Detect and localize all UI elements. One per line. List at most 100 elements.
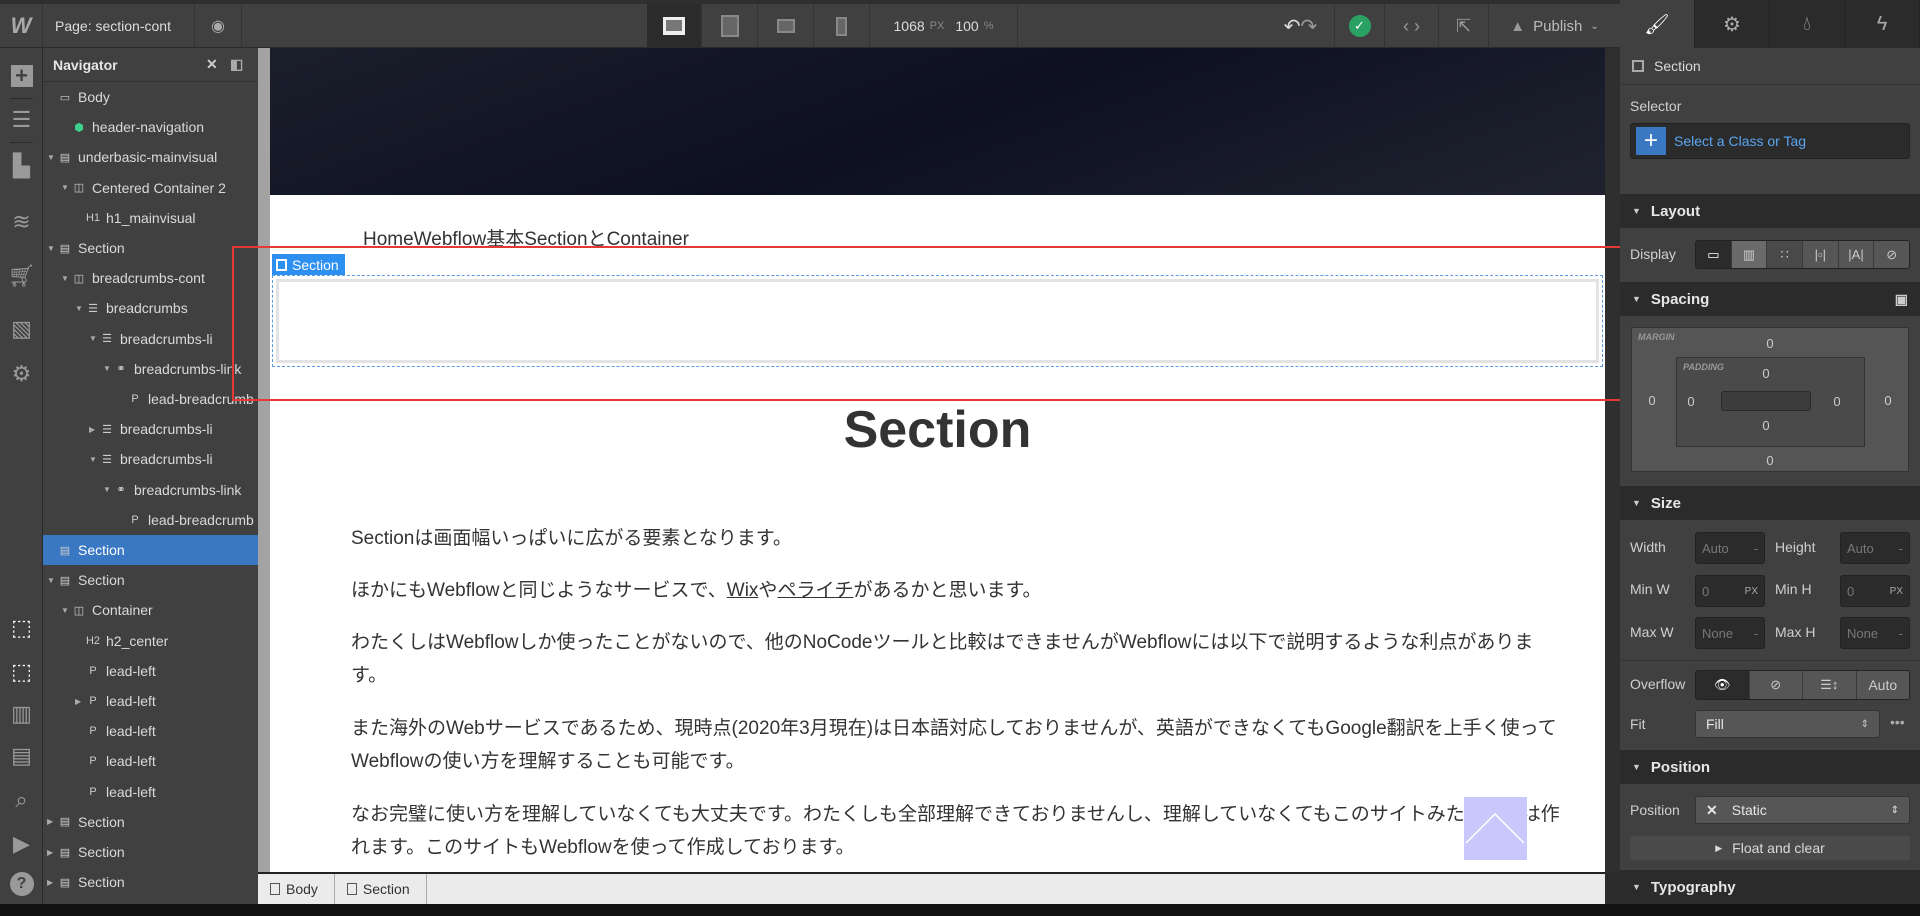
more-options-icon[interactable]: •••: [1890, 714, 1905, 730]
search-icon[interactable]: ⌕: [8, 786, 35, 813]
padding-left[interactable]: 0: [1681, 394, 1701, 409]
min-height-input[interactable]: 0 PX: [1840, 575, 1910, 607]
display-inline-block-icon[interactable]: |▫|: [1803, 241, 1839, 268]
position-select[interactable]: ✕ Static ⇕: [1695, 796, 1910, 824]
navigator-item[interactable]: ▶▤ Section: [43, 807, 258, 837]
size-section-header[interactable]: ▼ Size: [1620, 486, 1920, 520]
expand-caret-icon[interactable]: ▶: [89, 425, 99, 434]
position-section-header[interactable]: ▼ Position: [1620, 750, 1920, 784]
interactions-bolt-icon[interactable]: ϟ: [1845, 0, 1920, 48]
settings-gear-icon[interactable]: ⚙: [8, 360, 35, 387]
float-and-clear-toggle[interactable]: ▶ Float and clear: [1630, 836, 1910, 860]
lead-paragraph[interactable]: Sectionは画面幅いっぱいに広がる要素となります。: [351, 522, 1561, 555]
collapse-all-icon[interactable]: ✕: [206, 56, 218, 73]
expand-caret-icon[interactable]: ▼: [103, 364, 113, 373]
grid-overlay-icon[interactable]: ▥: [8, 700, 35, 727]
navigator-item[interactable]: ▼ ▤ underbasic-mainvisual: [43, 142, 258, 172]
navigator-item[interactable]: ▼ ◫ Centered Container 2: [43, 173, 258, 203]
navigator-icon[interactable]: ☰: [8, 106, 35, 133]
h2-center-heading[interactable]: Section: [270, 400, 1605, 460]
overflow-scroll-icon[interactable]: ☰↕: [1803, 671, 1857, 699]
video-tutorial-icon[interactable]: ▶: [8, 830, 35, 857]
navigator-item[interactable]: ⬢ header-navigation: [43, 112, 258, 142]
breadcrumb-body[interactable]: Body: [258, 874, 335, 904]
navigator-item[interactable]: ▼ ▤ Section: [43, 233, 258, 263]
navigator-item[interactable]: ▼ ▤ Section: [43, 565, 258, 595]
display-flex-icon[interactable]: ▥: [1731, 241, 1768, 268]
padding-bottom[interactable]: 0: [1756, 418, 1776, 433]
mobile-portrait-icon[interactable]: [814, 4, 870, 48]
min-width-input[interactable]: 0 PX: [1695, 575, 1765, 607]
settings-gear-icon[interactable]: ⚙: [1695, 0, 1770, 48]
expand-caret-icon[interactable]: ▼: [89, 334, 99, 343]
webflow-logo[interactable]: W: [0, 4, 43, 48]
peraichi-link[interactable]: ペライチ: [777, 580, 853, 601]
navigator-item[interactable]: Plead-left: [43, 777, 258, 807]
margin-right[interactable]: 0: [1878, 393, 1898, 408]
spacing-preset-icon[interactable]: ▣: [1895, 291, 1908, 308]
margin-top[interactable]: 0: [1760, 336, 1780, 351]
breadcrumb-section[interactable]: Section: [335, 874, 427, 904]
navigator-item[interactable]: ▤ Section: [43, 535, 258, 565]
status-check-icon[interactable]: ✓: [1335, 4, 1385, 48]
width-input[interactable]: Auto -: [1695, 532, 1765, 564]
display-block-icon[interactable]: ▭: [1696, 241, 1732, 268]
expand-caret-icon[interactable]: ▶: [47, 848, 57, 857]
spacing-section-header[interactable]: ▼ Spacing ▣: [1620, 282, 1920, 316]
expand-caret-icon[interactable]: ▶: [75, 697, 85, 706]
page-selector[interactable]: Page: section-cont: [43, 4, 195, 48]
selector-input[interactable]: + Select a Class or Tag: [1630, 123, 1910, 159]
desktop-view-icon[interactable]: [647, 4, 702, 48]
navigator-item[interactable]: H1 h1_mainvisual: [43, 203, 258, 233]
undo-redo-icon[interactable]: ↶ ↷: [1267, 4, 1335, 48]
xray-preview-icon[interactable]: ⬚: [8, 658, 35, 685]
display-grid-icon[interactable]: ∷: [1767, 241, 1804, 268]
wix-link[interactable]: Wix: [727, 580, 759, 601]
navigator-item[interactable]: Plead-breadcrumb: [43, 505, 258, 535]
expand-caret-icon[interactable]: ▼: [75, 304, 85, 313]
navigator-item[interactable]: ▼ ◫ breadcrumbs-cont: [43, 263, 258, 293]
preview-eye-icon[interactable]: ◉: [195, 4, 242, 48]
add-panel-icon[interactable]: +: [8, 62, 35, 89]
overflow-visible-eye-icon[interactable]: 👁︎: [1696, 671, 1750, 699]
padding-top[interactable]: 0: [1756, 366, 1776, 381]
help-icon[interactable]: ?: [8, 870, 35, 897]
code-icon[interactable]: ‹ ›: [1385, 4, 1439, 48]
navigator-item[interactable]: ▼ ☰ breadcrumbs-li: [43, 324, 258, 354]
navigator-item[interactable]: ▶▤ Section: [43, 837, 258, 867]
height-input[interactable]: Auto -: [1840, 532, 1910, 564]
overflow-auto-button[interactable]: Auto: [1856, 671, 1909, 699]
navigator-item[interactable]: Plead-breadcrumb: [43, 384, 258, 414]
expand-caret-icon[interactable]: ▼: [103, 485, 113, 494]
display-none-icon[interactable]: ⊘: [1874, 241, 1909, 268]
expand-caret-icon[interactable]: ▼: [61, 274, 71, 283]
max-width-input[interactable]: None -: [1695, 617, 1765, 649]
lead-paragraph[interactable]: ほかにもWebflowと同じようなサービスで、Wixやペライチがあるかと思います…: [351, 574, 1561, 607]
navigator-item[interactable]: ▼ ◫ Container: [43, 595, 258, 625]
canvas-scrollbar[interactable]: [1605, 48, 1620, 872]
expand-caret-icon[interactable]: ▼: [61, 183, 71, 192]
tablet-view-icon[interactable]: [702, 4, 758, 48]
layout-section-header[interactable]: ▼ Layout: [1620, 194, 1920, 228]
design-canvas[interactable]: HomeWebflow基本SectionとContainer Section S…: [270, 48, 1605, 872]
layout-preview-icon[interactable]: ▤: [8, 742, 35, 769]
scroll-to-top-button[interactable]: [1464, 797, 1527, 860]
margin-bottom[interactable]: 0: [1760, 453, 1780, 468]
expand-caret-icon[interactable]: ▶: [47, 878, 57, 887]
navigator-item[interactable]: Plead-left: [43, 716, 258, 746]
navigator-item[interactable]: ▼ ☰ breadcrumbs: [43, 293, 258, 323]
export-icon[interactable]: ⇱: [1439, 4, 1489, 48]
expand-caret-icon[interactable]: ▼: [89, 455, 99, 464]
typography-section-header[interactable]: ▼ Typography: [1620, 870, 1920, 904]
overflow-hidden-icon[interactable]: ⊘: [1749, 671, 1803, 699]
navigator-item[interactable]: ▶▤ Section: [43, 867, 258, 897]
navigator-item[interactable]: ▼ ⚭ breadcrumbs-link: [43, 354, 258, 384]
display-inline-icon[interactable]: |A|: [1838, 241, 1875, 268]
lead-paragraph[interactable]: わたくしはWebflowしか使ったことがないので、他のNoCodeツールと比較は…: [351, 626, 1561, 692]
style-manager-drops-icon[interactable]: 💧︎: [1770, 0, 1845, 48]
publish-button[interactable]: ▲ Publish ⌄: [1489, 4, 1620, 48]
mobile-landscape-icon[interactable]: [758, 4, 814, 48]
navigator-item[interactable]: ▼ ⚭ breadcrumbs-link: [43, 475, 258, 505]
assets-image-icon[interactable]: ▧: [8, 315, 35, 342]
expand-caret-icon[interactable]: ▼: [47, 576, 57, 585]
